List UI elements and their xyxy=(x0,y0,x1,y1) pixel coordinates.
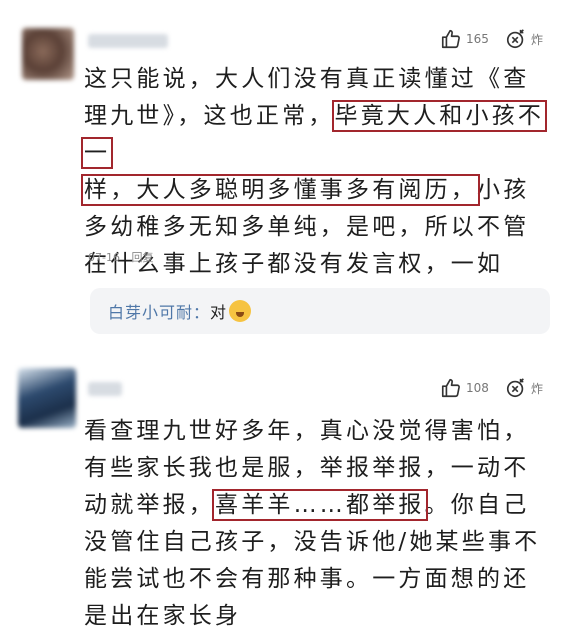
like-count: 108 xyxy=(466,381,489,395)
dislike-button[interactable]: 炸 xyxy=(505,377,543,399)
highlight-box: 样，大人多聪明多懂事多有阅历， xyxy=(81,174,480,206)
avatar[interactable] xyxy=(18,368,76,428)
thumbs-up-icon xyxy=(441,29,460,49)
sub-reply-user[interactable]: 白芽小可耐： xyxy=(108,299,210,323)
avatar[interactable] xyxy=(22,28,74,80)
thumbs-down-icon xyxy=(506,29,524,49)
username-blurred[interactable] xyxy=(88,382,122,396)
sub-reply-text: 对 xyxy=(210,303,228,322)
thumbs-down-icon xyxy=(506,378,524,398)
highlight-box: 喜羊羊……都举报 xyxy=(212,489,428,521)
like-count: 165 xyxy=(466,32,489,46)
dislike-button[interactable]: 炸 xyxy=(505,28,543,50)
dislike-label: 炸 xyxy=(531,32,544,47)
like-button[interactable]: 108 xyxy=(440,377,489,399)
comment-date: 07-16 xyxy=(88,251,120,264)
reply-button[interactable]: 回复 xyxy=(131,251,153,264)
comment-text: 这只能说，大人们没有真正读懂过《查理九世》，这也正常，毕竟大人和小孩不一 样，大人… xyxy=(80,61,554,320)
username-blurred[interactable] xyxy=(88,34,168,48)
grinning-face-emoji xyxy=(229,300,252,322)
thumbs-up-icon xyxy=(441,378,460,398)
comment-meta: 07-16 回复 xyxy=(88,249,161,265)
like-button[interactable]: 165 xyxy=(440,28,489,50)
dislike-label: 炸 xyxy=(531,381,544,396)
sub-reply[interactable]: 白芽小可耐： 对 xyxy=(90,288,550,334)
comment-text: 看查理九世好多年，真心没觉得害怕，有些家长我也是服，举报举报，一动不动就举报，喜… xyxy=(84,413,554,635)
